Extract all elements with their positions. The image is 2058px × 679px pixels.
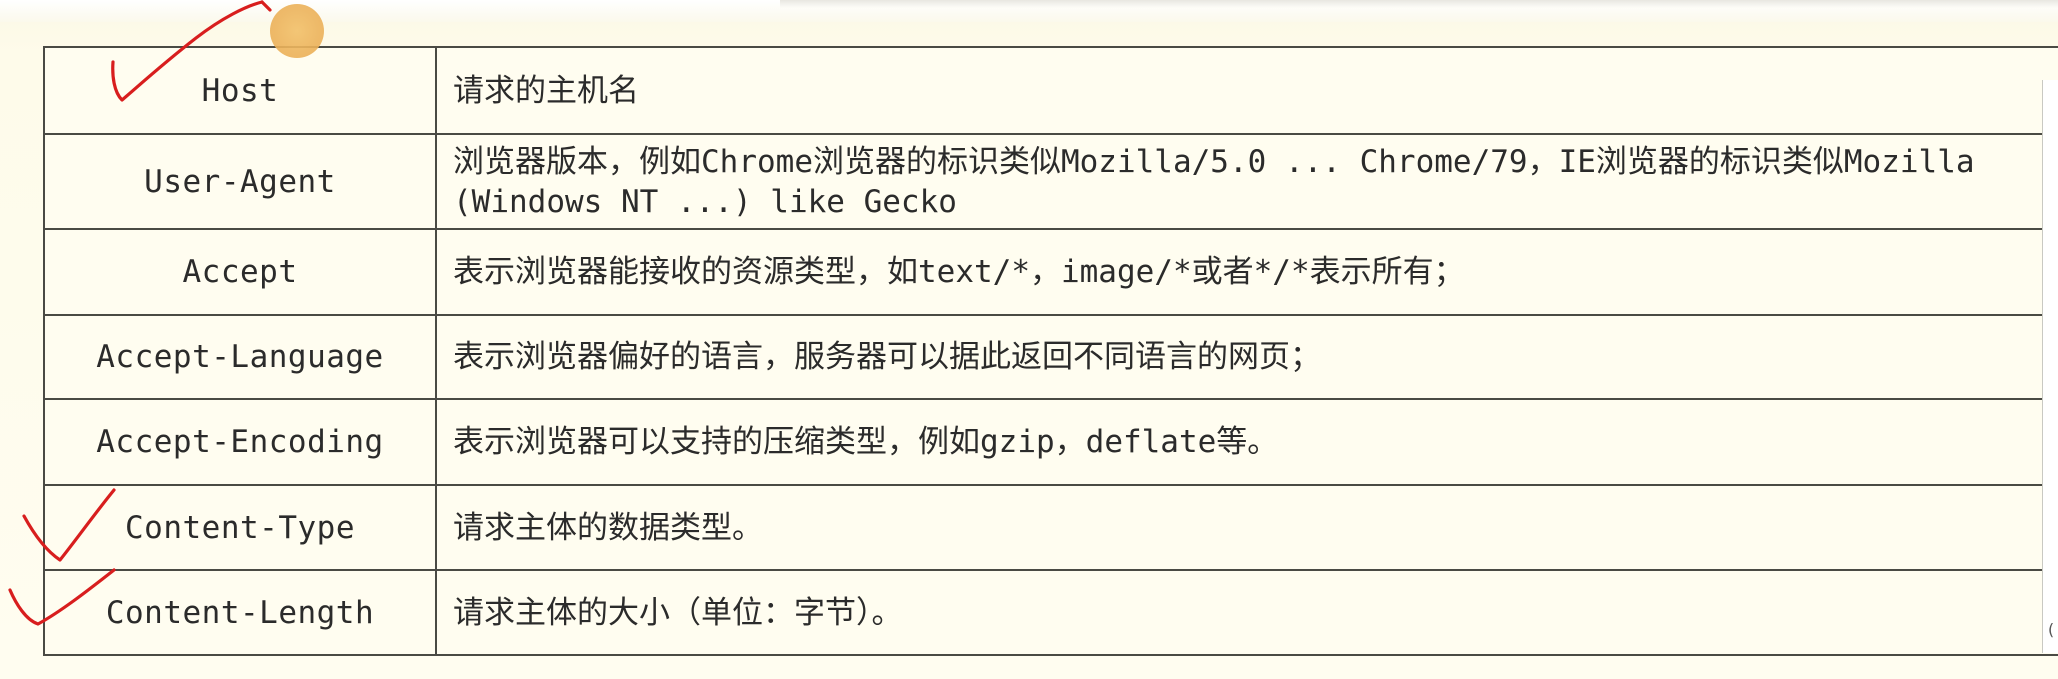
description-line: 表示浏览器可以支持的压缩类型，例如gzip，deflate等。	[453, 424, 1279, 460]
pointer-highlight-icon	[270, 4, 324, 58]
table-row: Accept-Language 表示浏览器偏好的语言，服务器可以据此返回不同语言…	[43, 314, 2058, 400]
header-description: 请求主体的大小（单位：字节）。	[435, 569, 2058, 656]
description-line: 请求主体的数据类型。	[453, 509, 763, 546]
adjacent-window-glyph: (	[2046, 620, 2056, 639]
table-row: Content-Type 请求主体的数据类型。	[43, 484, 2058, 571]
description-line: 请求的主机名	[453, 72, 639, 109]
description-line: 表示浏览器偏好的语言，服务器可以据此返回不同语言的网页；	[453, 339, 1321, 375]
http-request-headers-table: Host 请求的主机名 User-Agent 浏览器版本，例如Chrome浏览器…	[43, 46, 2058, 656]
header-name: Host	[43, 46, 437, 135]
table-row: User-Agent 浏览器版本，例如Chrome浏览器的标识类似Mozilla…	[43, 133, 2058, 230]
description-line: 请求主体的大小（单位：字节）。	[453, 594, 903, 631]
header-name: Accept	[43, 228, 437, 316]
header-description: 请求主体的数据类型。	[435, 484, 2058, 571]
header-description: 浏览器版本，例如Chrome浏览器的标识类似Mozilla/5.0 ... Ch…	[435, 133, 2058, 230]
table-row: Content-Length 请求主体的大小（单位：字节）。	[43, 569, 2058, 656]
header-description: 请求的主机名	[435, 46, 2058, 135]
header-description: 表示浏览器能接收的资源类型，如text/*，image/*或者*/*表示所有；	[435, 228, 2058, 316]
header-description: 表示浏览器偏好的语言，服务器可以据此返回不同语言的网页；	[435, 314, 2058, 400]
header-description: 表示浏览器可以支持的压缩类型，例如gzip，deflate等。	[435, 398, 2058, 486]
description-line: 表示浏览器能接收的资源类型，如text/*，image/*或者*/*表示所有；	[453, 254, 1465, 290]
adjacent-window-edge	[2042, 80, 2058, 653]
table-row: Accept 表示浏览器能接收的资源类型，如text/*，image/*或者*/…	[43, 228, 2058, 316]
header-name: Accept-Encoding	[43, 398, 437, 486]
header-name: User-Agent	[43, 133, 437, 230]
table-row: Host 请求的主机名	[43, 46, 2058, 135]
header-name: Content-Length	[43, 569, 437, 656]
header-name: Accept-Language	[43, 314, 437, 400]
table-row: Accept-Encoding 表示浏览器可以支持的压缩类型，例如gzip，de…	[43, 398, 2058, 486]
header-name: Content-Type	[43, 484, 437, 571]
description-line: (Windows NT ...) like Gecko	[453, 183, 957, 220]
description-line: 浏览器版本，例如Chrome浏览器的标识类似Mozilla/5.0 ... Ch…	[453, 143, 1975, 180]
top-shadow	[780, 0, 2058, 8]
